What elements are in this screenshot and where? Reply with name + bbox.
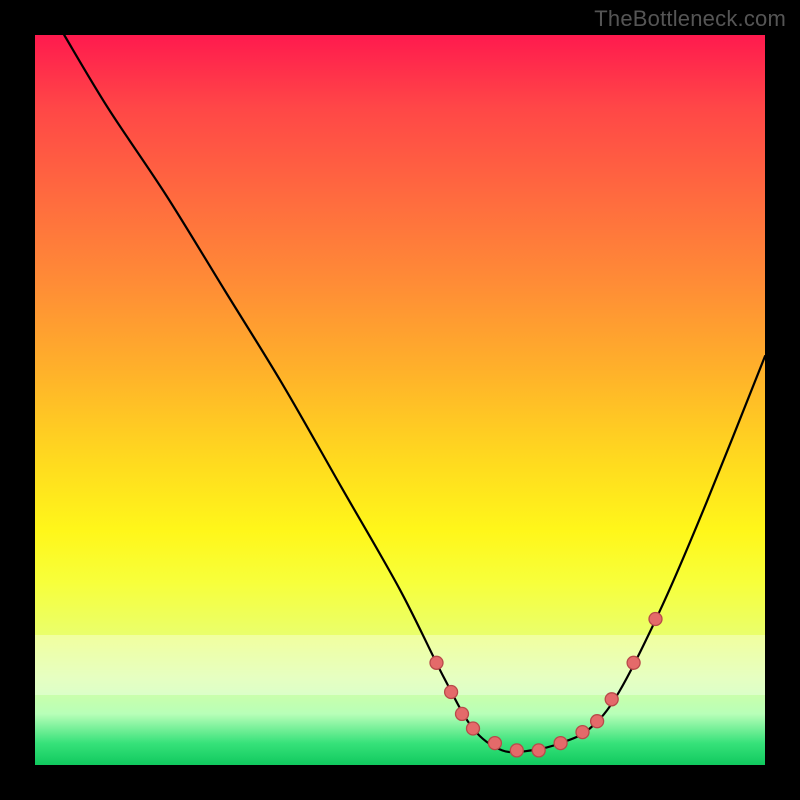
highlight-dot	[488, 737, 501, 750]
highlight-dot	[649, 613, 662, 626]
attribution-label: TheBottleneck.com	[594, 6, 786, 32]
highlight-dots-group	[430, 613, 662, 757]
highlight-dot	[576, 726, 589, 739]
chart-svg	[35, 35, 765, 765]
highlight-dot	[532, 744, 545, 757]
highlight-dot	[430, 656, 443, 669]
highlight-dot	[554, 737, 567, 750]
chart-container: TheBottleneck.com	[0, 0, 800, 800]
highlight-dot	[605, 693, 618, 706]
highlight-dot	[591, 715, 604, 728]
highlight-dot	[445, 686, 458, 699]
highlight-dot	[467, 722, 480, 735]
highlight-dot	[456, 707, 469, 720]
plot-area	[35, 35, 765, 765]
highlight-dot	[627, 656, 640, 669]
highlight-dot	[510, 744, 523, 757]
bottleneck-curve	[64, 35, 765, 752]
